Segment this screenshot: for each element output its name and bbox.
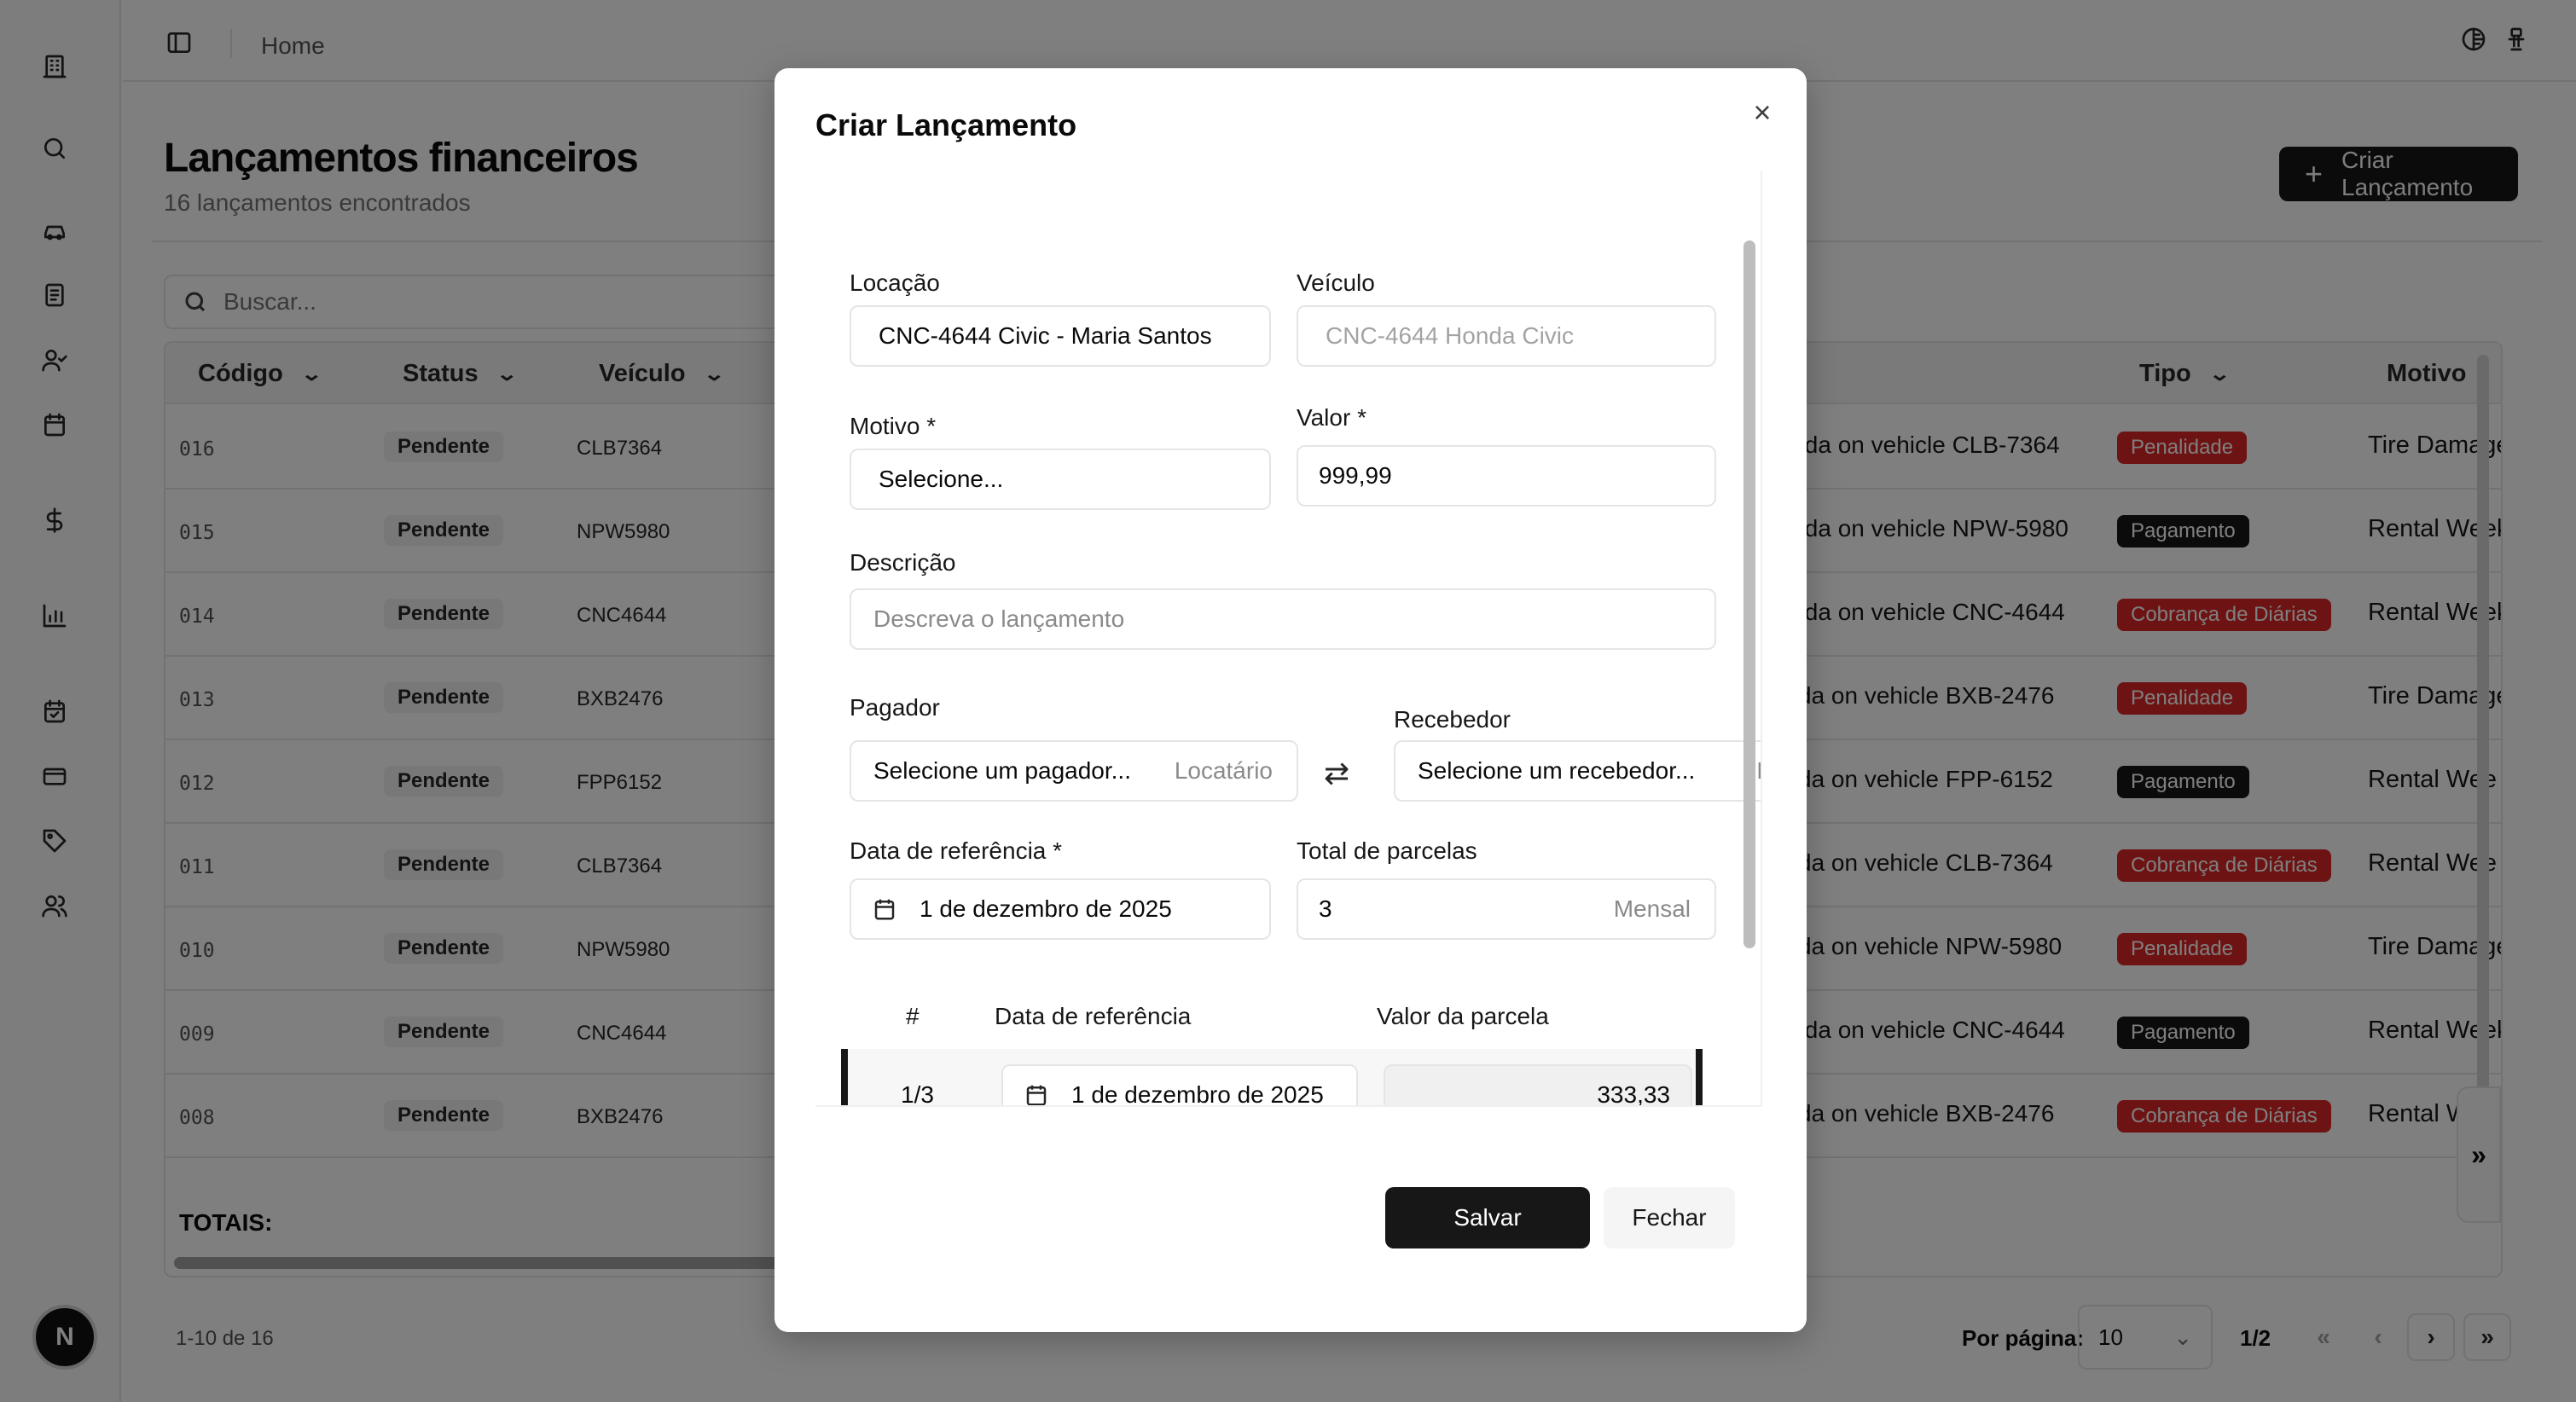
pagador-role: Locatário bbox=[1174, 757, 1273, 784]
valor-input[interactable]: 999,99 bbox=[1297, 445, 1716, 507]
descricao-placeholder: Descreva o lançamento bbox=[873, 605, 1125, 632]
parcelas-label: Total de parcelas bbox=[1297, 837, 1477, 864]
create-entry-dialog: Criar Lançamento × Locação CNC-4644 Civi… bbox=[775, 68, 1807, 1332]
installment-value-field: 333,33 bbox=[1384, 1064, 1692, 1107]
data-referencia-value: 1 de dezembro de 2025 bbox=[920, 895, 1172, 922]
installment-date-picker[interactable]: 1 de dezembro de 2025 bbox=[1001, 1064, 1358, 1107]
installment-col-num: # bbox=[906, 1003, 920, 1029]
close-button[interactable]: Fechar bbox=[1604, 1187, 1735, 1248]
veiculo-value: CNC-4644 Honda Civic bbox=[1326, 322, 1575, 349]
veiculo-label: Veículo bbox=[1297, 269, 1375, 296]
recebedor-label: Recebedor bbox=[1394, 706, 1511, 733]
installment-row: 1/3 1 de dezembro de 2025 333,33 bbox=[841, 1049, 1703, 1107]
motivo-select[interactable]: Selecione... bbox=[850, 449, 1271, 510]
recebedor-value: Selecione um recebedor... bbox=[1418, 757, 1696, 784]
dialog-title: Criar Lançamento bbox=[815, 107, 1077, 142]
parcelas-frequency: Mensal bbox=[1613, 895, 1691, 922]
close-icon[interactable]: × bbox=[1743, 94, 1781, 131]
installment-value: 333,33 bbox=[1597, 1081, 1670, 1107]
parcelas-input[interactable]: 3 Mensal bbox=[1297, 878, 1716, 940]
locacao-label: Locação bbox=[850, 269, 940, 296]
data-referencia-label: Data de referência * bbox=[850, 837, 1063, 864]
valor-label: Valor * bbox=[1297, 404, 1366, 431]
installment-number: 1/3 bbox=[901, 1081, 934, 1107]
valor-value: 999,99 bbox=[1319, 462, 1392, 489]
pagador-value: Selecione um pagador... bbox=[873, 757, 1131, 784]
pagador-select[interactable]: Selecione um pagador... Locatário bbox=[850, 740, 1298, 802]
descricao-label: Descrição bbox=[850, 549, 956, 576]
locacao-select[interactable]: CNC-4644 Civic - Maria Santos bbox=[850, 305, 1271, 367]
installment-col-date: Data de referência bbox=[995, 1003, 1192, 1029]
save-button[interactable]: Salvar bbox=[1385, 1187, 1590, 1248]
form-vertical-scrollbar[interactable] bbox=[1743, 240, 1755, 948]
installment-date-value: 1 de dezembro de 2025 bbox=[1071, 1081, 1324, 1107]
form-scroll-area: Locação CNC-4644 Civic - Maria Santos Ve… bbox=[815, 171, 1762, 1107]
parcelas-value: 3 bbox=[1319, 895, 1332, 922]
recebedor-role: E bbox=[1756, 757, 1761, 785]
installment-col-value: Valor da parcela bbox=[1377, 1003, 1549, 1029]
descricao-input[interactable]: Descreva o lançamento bbox=[850, 588, 1716, 650]
calendar-icon bbox=[874, 899, 895, 920]
data-referencia-picker[interactable]: 1 de dezembro de 2025 bbox=[850, 878, 1271, 940]
swap-icon[interactable]: ⇄ bbox=[1324, 756, 1349, 791]
locacao-value: CNC-4644 Civic - Maria Santos bbox=[879, 322, 1212, 349]
motivo-value: Selecione... bbox=[879, 466, 1004, 492]
pagador-label: Pagador bbox=[850, 694, 940, 721]
motivo-label: Motivo * bbox=[850, 413, 937, 439]
veiculo-field: CNC-4644 Honda Civic bbox=[1297, 305, 1716, 367]
recebedor-select[interactable]: Selecione um recebedor... E bbox=[1394, 740, 1761, 802]
calendar-icon bbox=[1026, 1085, 1047, 1105]
